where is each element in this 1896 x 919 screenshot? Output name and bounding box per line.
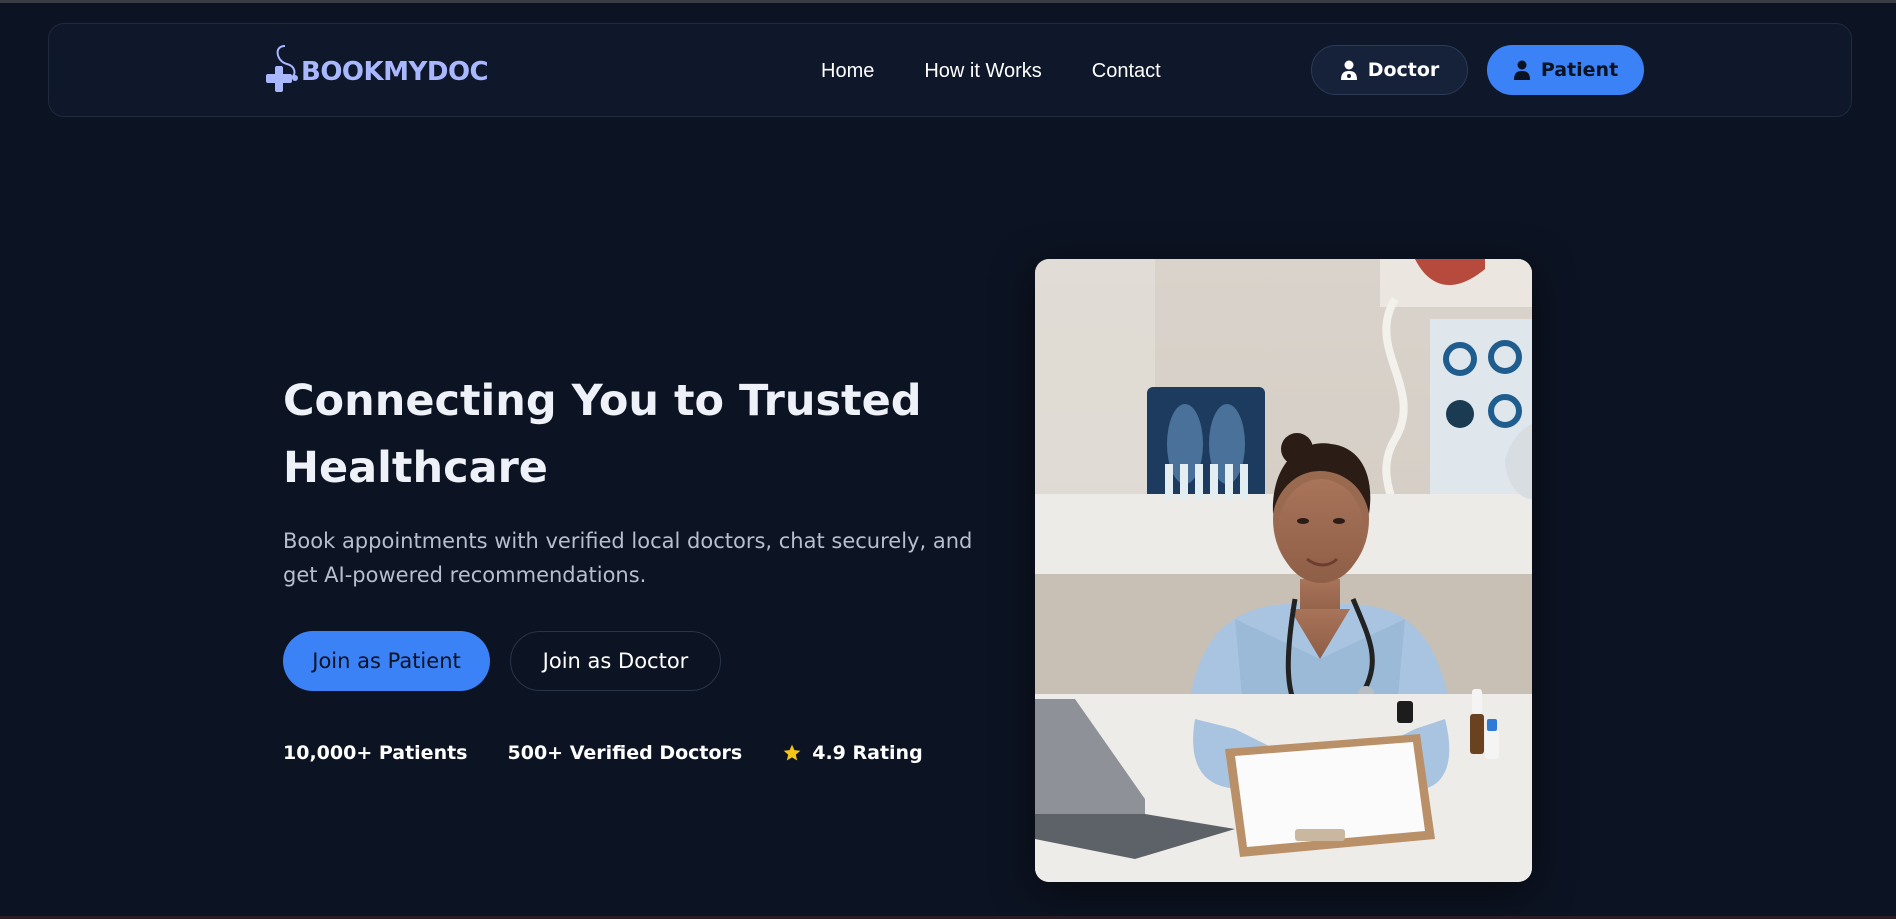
hero-title: Connecting You to Trusted Healthcare (283, 376, 922, 493)
star-icon (783, 744, 801, 761)
brand-name: BOOKMYDOC (301, 57, 489, 87)
stat-doctors-text: 500+ Verified Doctors (507, 742, 743, 764)
stat-rating-text: 4.9 Rating (812, 742, 923, 764)
stat-patients: 10,000+ Patients (283, 742, 468, 764)
user-icon (1513, 60, 1530, 80)
stat-patients-text: 10,000+ Patients (283, 742, 468, 764)
navbar: BOOKMYDOC Home How it Works Contact Doct… (48, 23, 1852, 117)
main-nav: Home How it Works Contact (821, 24, 1161, 118)
medical-cross-stethoscope-icon (266, 45, 298, 92)
join-as-patient-button[interactable]: Join as Patient (283, 631, 490, 691)
doctor-login-button[interactable]: Doctor (1311, 45, 1468, 95)
patient-login-button[interactable]: Patient (1487, 45, 1644, 95)
hero-subtitle: Book appointments with verified local do… (283, 529, 973, 587)
nav-home-link[interactable]: Home (821, 60, 874, 83)
brand-logo[interactable]: BOOKMYDOC (263, 38, 489, 100)
stat-rating: 4.9 Rating (782, 742, 923, 764)
stat-doctors: 500+ Verified Doctors (508, 742, 743, 764)
nav-how-it-works-link[interactable]: How it Works (924, 60, 1041, 83)
hero-stats: 10,000+ Patients 500+ Verified Doctors 4… (283, 742, 923, 764)
window-top-border (0, 0, 1896, 3)
doctor-icon (1340, 60, 1357, 80)
doctor-button-label: Doctor (1367, 59, 1440, 81)
patient-button-label: Patient (1540, 59, 1619, 81)
doctor-photo (1035, 259, 1532, 882)
join-as-doctor-button[interactable]: Join as Doctor (510, 631, 721, 691)
nav-contact-link[interactable]: Contact (1092, 60, 1161, 83)
